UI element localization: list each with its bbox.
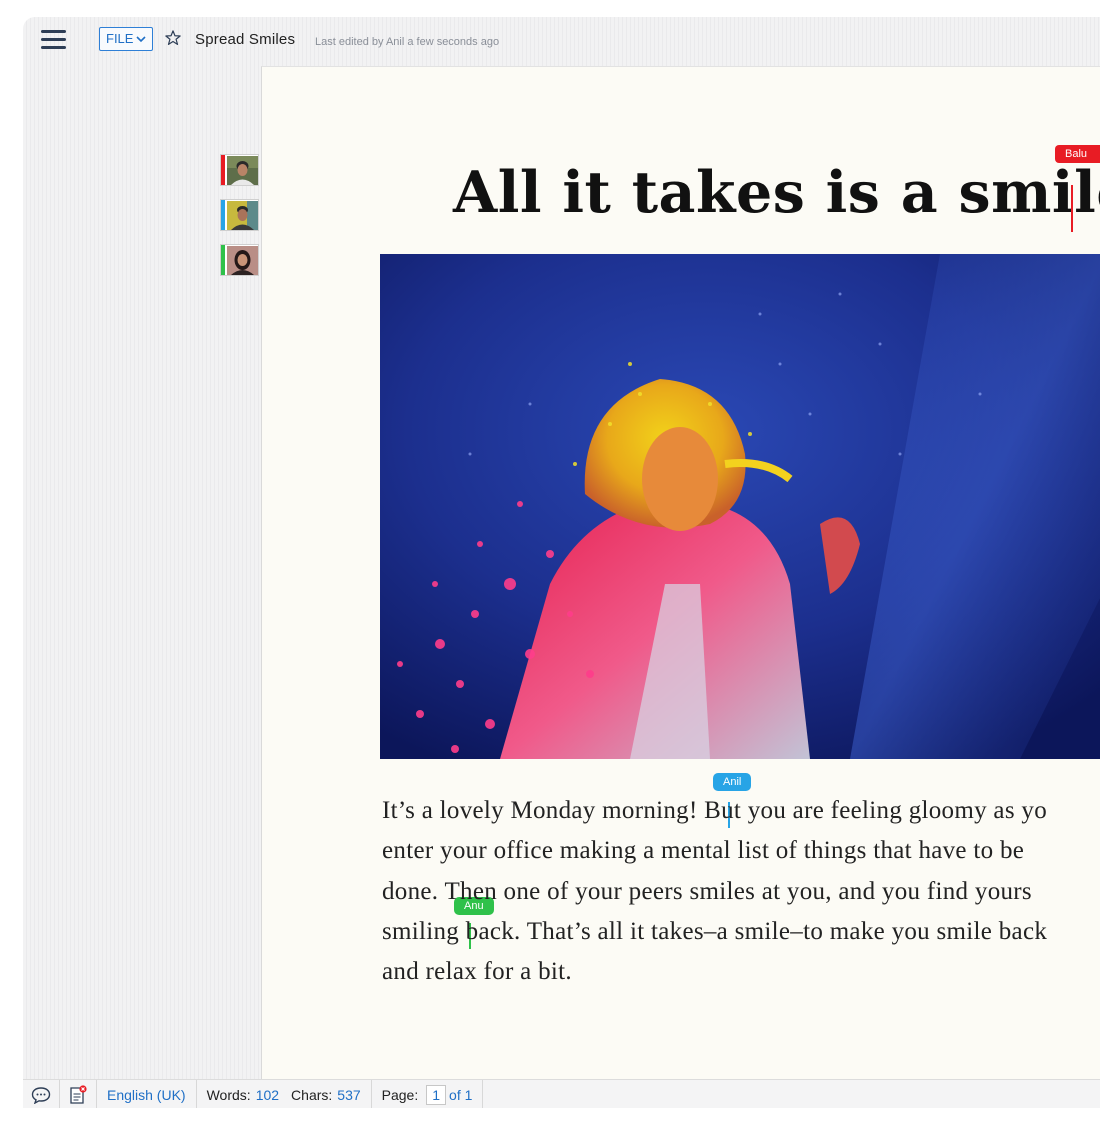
paragraph-line[interactable]: It’s a lovely Monday morning! But you ar… [382,791,1100,831]
avatar-photo [227,201,258,230]
avatar-photo [227,156,258,185]
word-count: Words: 102 Chars: 537 [197,1080,372,1108]
star-icon[interactable] [164,29,182,47]
chars-value: 537 [337,1086,361,1103]
editor-window: FILE Spread Smiles Last edited by Anil a… [23,17,1100,1108]
avatar-balu[interactable] [220,154,259,186]
collaborator-color-bar [221,200,225,230]
cursor-tag-anil: Anil [713,773,752,791]
chevron-down-icon [136,35,147,42]
page-label: Page: [381,1086,419,1103]
document-heading[interactable]: All it takes is a smile [453,159,1100,226]
chat-bubble-icon [31,1086,51,1104]
avatar-photo [227,246,258,275]
document-errors-button[interactable] [60,1080,97,1108]
status-bar: English (UK) Words: 102 Chars: 537 Page:… [23,1079,1100,1108]
language-selector[interactable]: English (UK) [97,1080,197,1108]
paragraph-line[interactable]: enter your office making a mental list o… [382,831,1100,871]
paragraph-line[interactable]: and relax for a bit. [382,952,1100,992]
menu-icon[interactable] [41,30,66,50]
language-label: English (UK) [107,1086,186,1103]
words-label: Words: [206,1086,251,1103]
page-indicator: Page: 1 of 1 [372,1080,484,1108]
page-total: of 1 [449,1086,473,1103]
document-title[interactable]: Spread Smiles [195,31,295,48]
collaborator-cursor-balu [1071,185,1073,232]
chars-label: Chars: [291,1086,333,1103]
last-edited-info: Last edited by Anil a few seconds ago [315,36,500,48]
holi-photo[interactable] [380,254,1100,759]
top-toolbar: FILE Spread Smiles Last edited by Anil a… [23,17,1100,65]
words-value: 102 [255,1086,280,1103]
file-menu-button[interactable]: FILE [99,27,154,51]
document-error-icon [70,1084,87,1104]
file-menu-label: FILE [106,31,134,46]
collaborator-color-bar [221,245,225,275]
comments-button[interactable] [23,1080,60,1108]
document-page[interactable]: Balu All it takes is a smile Anil Anu It… [261,66,1100,1080]
page-number-input[interactable]: 1 [426,1084,447,1105]
photo-artwork [380,254,1100,759]
paragraph-line[interactable]: done. Then one of your peers smiles at y… [382,872,1100,912]
avatar-anil[interactable] [220,199,259,231]
avatar-anu[interactable] [220,244,259,276]
collaborator-color-bar [221,155,225,185]
paragraph-line[interactable]: smiling back. That’s all it takes–a smil… [382,912,1100,952]
document-paragraph[interactable]: It’s a lovely Monday morning! But you ar… [382,791,1100,992]
